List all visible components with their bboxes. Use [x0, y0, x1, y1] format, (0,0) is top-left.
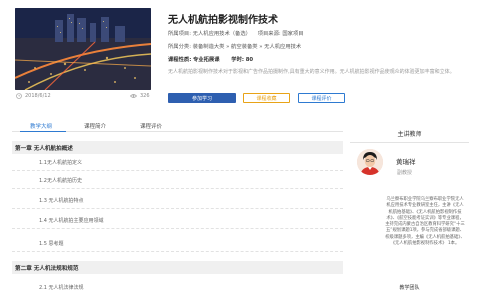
teacher-section-title: 主讲教师 — [397, 131, 422, 138]
credit-label: 学时: — [231, 57, 245, 63]
view-count-text: 326 — [140, 93, 150, 99]
evaluate-course-button[interactable]: 课程评价 — [298, 93, 345, 103]
chapter-2-header[interactable]: 第二章 无人机法规和规范 — [12, 261, 343, 274]
course-cover-image — [15, 8, 151, 90]
join-course-button[interactable]: 参加学习 — [168, 93, 236, 103]
lesson-item[interactable]: 2.1 无人机法律法规 — [12, 279, 343, 291]
view-count: 326 — [130, 93, 150, 99]
category-label: 所属分类: — [168, 44, 191, 50]
divider — [350, 142, 469, 143]
teacher-rank: 副教授 — [397, 170, 413, 176]
nature-value: 专业拓展课 — [193, 57, 220, 63]
tab-reviews[interactable]: 课程评价 — [140, 122, 162, 130]
tab-introduction[interactable]: 课程简介 — [84, 122, 106, 130]
city-night-aerial-photo — [15, 8, 151, 90]
category-value: 装备制造大类 » 航空装备类 » 无人机应用技术 — [192, 44, 302, 50]
teacher-sidebar: 主讲教师 黄瑞祥 副教授 乌兰察布职业学院乌兰察布职业学院无人机应用技术专业教研… — [350, 118, 469, 291]
lesson-item[interactable]: 1.2无人机航拍历史 — [12, 172, 343, 189]
project-label: 所属项目: — [168, 31, 191, 37]
source-label: 项目来源: — [257, 31, 281, 37]
eye-icon — [130, 94, 137, 98]
tab-syllabus[interactable]: 教学大纲 — [30, 122, 52, 130]
teacher-portrait — [357, 149, 383, 175]
teaching-team-title: 教学团队 — [399, 285, 420, 291]
publish-date: 2018/6/12 — [16, 93, 51, 99]
publish-date-text: 2018/6/12 — [25, 93, 51, 99]
favorite-course-button[interactable]: 课程收藏 — [243, 93, 290, 103]
lesson-item[interactable]: 1.4 无人机航拍主要应用领域 — [12, 212, 343, 229]
nature-label: 课程性质: — [168, 57, 192, 63]
lesson-item[interactable]: 1.1无人机航拍定义 — [12, 154, 343, 171]
credit-value: 80 — [245, 57, 254, 63]
project-value: 无人机应用技术（备选） — [192, 31, 251, 37]
chapter-1-header[interactable]: 第一章 无人机航拍概述 — [12, 141, 343, 154]
course-project-row: 所属项目: 无人机应用技术（备选） 项目来源: 国家项目 — [168, 29, 304, 37]
active-tab-indicator — [20, 131, 66, 132]
teacher-bio: 乌兰察布职业学院乌兰察布职业学院无人机应用技术专业教研室主任，主讲《无人机航拍基… — [385, 197, 465, 247]
course-description: 无人机航拍影视制作技术对于影视和广告作品拍摄制作,具有重大的意义作用。无人机航拍… — [168, 69, 455, 75]
clock-icon — [16, 93, 22, 99]
teacher-name: 黄瑞祥 — [396, 158, 416, 166]
lesson-item[interactable]: 1.3 无人机航拍特点 — [12, 192, 343, 209]
course-title: 无人机航拍影视制作技术 — [168, 15, 278, 26]
teacher-avatar — [357, 149, 383, 175]
lesson-item[interactable]: 1.5 思考题 — [12, 235, 343, 252]
course-category-row: 所属分类: 装备制造大类 » 航空装备类 » 无人机应用技术 — [168, 42, 301, 50]
source-value: 国家项目 — [282, 31, 304, 37]
course-nature-row: 课程性质: 专业拓展课 学时: 80 — [168, 55, 253, 63]
course-tabs: 教学大纲 课程简介 课程评价 — [12, 118, 343, 132]
